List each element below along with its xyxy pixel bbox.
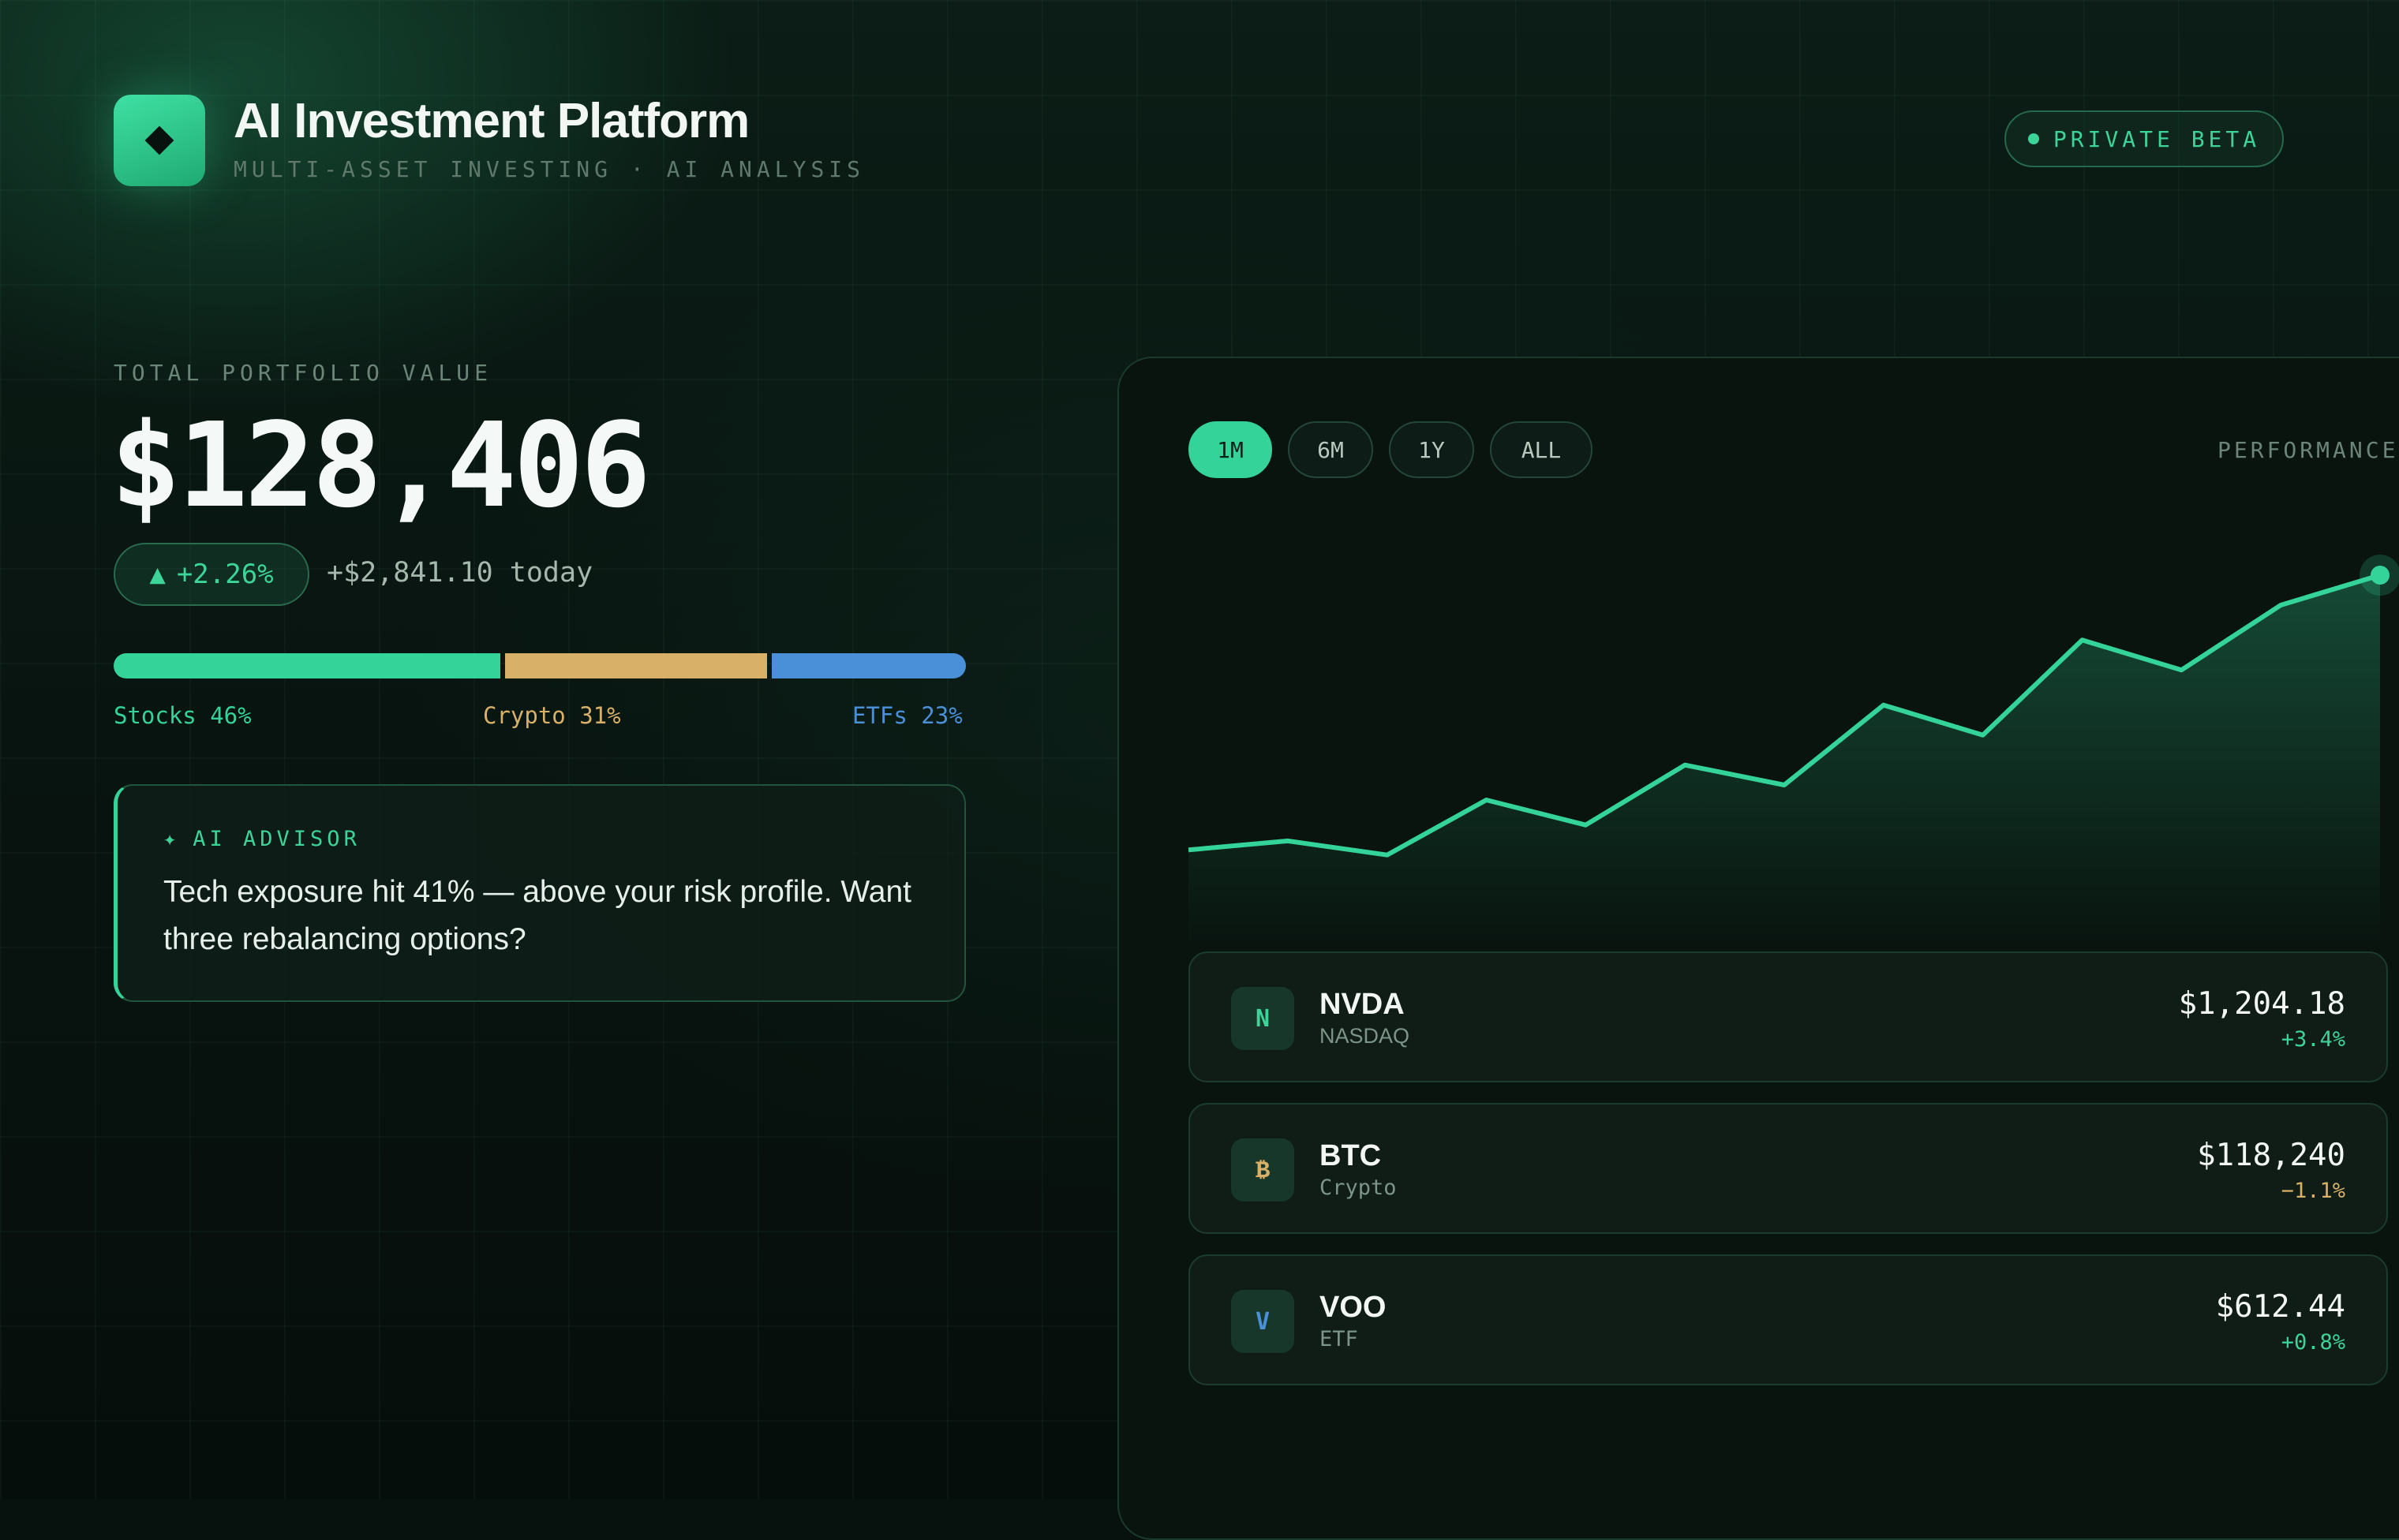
holding-badge-icon: ₿: [1231, 1138, 1294, 1202]
holding-row-btc[interactable]: ₿ BTC Crypto $118,240 −1.1%: [1188, 1103, 2388, 1234]
holding-ticker: VOO: [1319, 1291, 1387, 1324]
allocation-label-crypto: Crypto 31%: [483, 702, 621, 729]
portfolio-value: $128,406: [110, 398, 651, 533]
holding-ticker: NVDA: [1319, 988, 1405, 1021]
allocation-bar: [114, 653, 966, 678]
app-subtitle: MULTI-ASSET INVESTING · AI ANALYSIS: [234, 156, 866, 182]
allocation-label-stocks: Stocks 46%: [114, 702, 252, 729]
diamond-icon: [144, 125, 174, 155]
holding-row-voo[interactable]: V VOO ETF $612.44 +0.8%: [1188, 1254, 2388, 1385]
today-change: +$2,841.10 today: [327, 557, 593, 589]
holding-exchange: NASDAQ: [1319, 1024, 1410, 1048]
timeframe-6m-button[interactable]: 6M: [1288, 421, 1373, 478]
holding-change: +3.4%: [2281, 1027, 2345, 1052]
holding-price: $612.44: [2215, 1289, 2345, 1325]
portfolio-value-label: TOTAL PORTFOLIO VALUE: [114, 360, 493, 386]
private-beta-badge[interactable]: PRIVATE BETA: [2004, 110, 2284, 167]
holding-exchange: ETF: [1319, 1327, 1358, 1351]
advisor-tag: ✦ AI ADVISOR: [163, 827, 920, 851]
allocation-segment-crypto: [505, 653, 767, 678]
timeframe-1y-button[interactable]: 1Y: [1389, 421, 1474, 478]
badge-label: PRIVATE BETA: [2053, 125, 2261, 152]
holding-badge-icon: N: [1231, 987, 1294, 1050]
allocation-segment-etfs: [772, 653, 966, 678]
performance-chart: [1188, 555, 2399, 947]
holding-badge-icon: V: [1231, 1290, 1294, 1353]
app-title: AI Investment Platform: [234, 94, 750, 148]
chart-area-fill: [1188, 575, 2380, 947]
holding-exchange: Crypto: [1319, 1176, 1397, 1200]
chart-last-point: [2371, 566, 2390, 585]
arrow-up-icon: ▲: [149, 559, 166, 590]
advisor-tag-label: AI ADVISOR: [193, 827, 361, 851]
app-logo: [114, 95, 205, 186]
performance-label: PERFORMANCE: [2217, 437, 2399, 463]
holding-change: +0.8%: [2281, 1330, 2345, 1355]
change-percent: +2.26%: [176, 559, 274, 590]
status-dot-icon: [2027, 133, 2039, 144]
holding-price: $1,204.18: [2178, 986, 2345, 1022]
advisor-message: Tech exposure hit 41% — above your risk …: [163, 875, 911, 956]
holding-ticker: BTC: [1319, 1139, 1382, 1172]
allocation-label-etfs: ETFs 23%: [852, 702, 963, 729]
holding-change: −1.1%: [2281, 1179, 2345, 1203]
allocation-segment-stocks: [114, 653, 500, 678]
timeframe-1m-button[interactable]: 1M: [1188, 421, 1272, 478]
timeframe-all-button[interactable]: ALL: [1490, 421, 1592, 478]
sparkle-icon: ✦: [163, 827, 181, 851]
ai-advisor-card[interactable]: ✦ AI ADVISOR Tech exposure hit 41% — abo…: [114, 784, 966, 1002]
holding-price: $118,240: [2197, 1138, 2345, 1173]
change-percent-pill: ▲ +2.26%: [114, 543, 309, 606]
holding-row-nvda[interactable]: N NVDA NASDAQ $1,204.18 +3.4%: [1188, 951, 2388, 1082]
